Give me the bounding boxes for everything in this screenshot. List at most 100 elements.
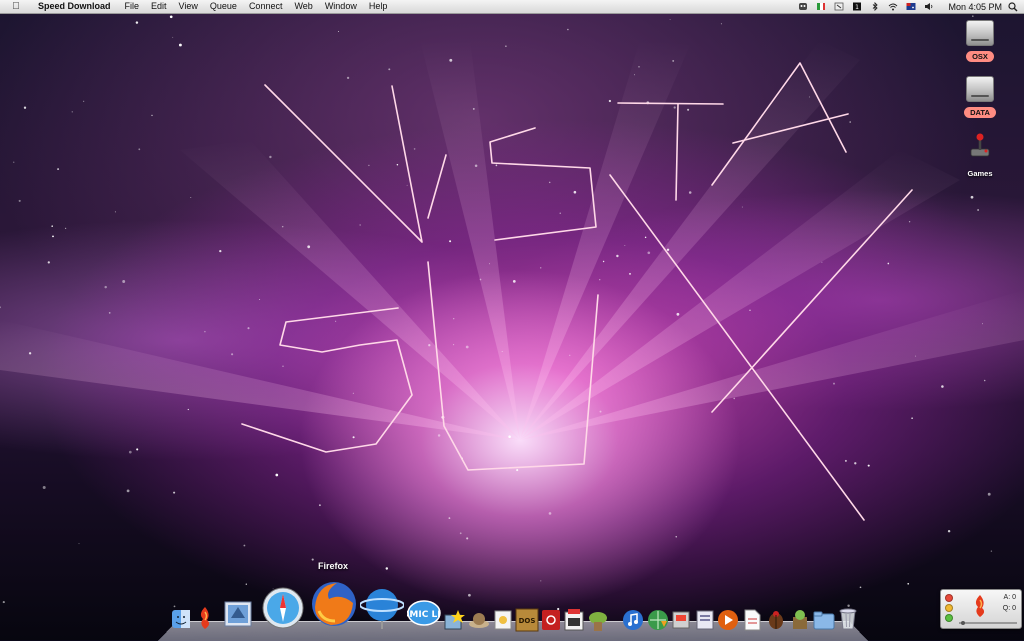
- menu-view[interactable]: View: [173, 0, 204, 13]
- dock-trash[interactable]: [836, 605, 860, 631]
- star: [854, 462, 856, 464]
- star: [600, 411, 602, 413]
- star: [453, 318, 454, 319]
- menu-clock[interactable]: Mon 4:05 PM: [938, 2, 1008, 12]
- apple-menu-icon[interactable]: : [10, 1, 22, 12]
- dock-utility[interactable]: [694, 607, 716, 633]
- dock-boxer[interactable]: [562, 607, 586, 633]
- star: [574, 191, 577, 194]
- robot-icon[interactable]: [798, 2, 808, 11]
- bluetooth-icon[interactable]: [870, 2, 880, 11]
- menu-file[interactable]: File: [119, 0, 146, 13]
- star: [179, 44, 182, 47]
- star: [397, 164, 398, 165]
- speed-slider[interactable]: [959, 621, 1017, 625]
- star: [275, 474, 278, 477]
- star: [51, 225, 53, 227]
- star: [887, 263, 889, 265]
- dock-speed-download[interactable]: [195, 605, 215, 631]
- dock-finder[interactable]: [170, 608, 192, 630]
- spotlight-search-icon[interactable]: [1008, 2, 1018, 12]
- star: [269, 156, 271, 158]
- star: [172, 37, 173, 38]
- star: [468, 594, 471, 597]
- active-downloads-count: A: 0: [1004, 594, 1016, 601]
- dock-system-tool[interactable]: [670, 607, 692, 633]
- star: [911, 417, 913, 419]
- dock-folder[interactable]: [812, 609, 836, 631]
- dock-dosbox[interactable]: DOS: [514, 607, 540, 633]
- star: [948, 530, 950, 532]
- dock-yoda-app[interactable]: [587, 607, 609, 633]
- star: [496, 165, 498, 167]
- script-icon[interactable]: [834, 2, 844, 11]
- star: [860, 586, 862, 588]
- dock-star-app[interactable]: [442, 608, 466, 632]
- menu-window[interactable]: Window: [319, 0, 363, 13]
- volume-icon[interactable]: [924, 2, 934, 11]
- dock-itunes[interactable]: [621, 607, 645, 633]
- star: [907, 583, 909, 585]
- yoda-app-icon: [588, 608, 608, 632]
- star: [466, 346, 469, 349]
- dock-extractor[interactable]: [788, 607, 812, 633]
- status-area: 1 Mon 4:05 PM: [794, 0, 1024, 13]
- hat-app-icon: [468, 611, 490, 629]
- star: [136, 21, 138, 23]
- red-app-icon: [541, 609, 561, 631]
- utility-icon: [695, 609, 715, 631]
- star: [115, 211, 116, 212]
- star: [549, 182, 551, 184]
- star: [259, 299, 260, 300]
- menu-web[interactable]: Web: [288, 0, 318, 13]
- star: [57, 168, 59, 170]
- star: [909, 221, 910, 222]
- star: [188, 409, 189, 410]
- menu-queue[interactable]: Queue: [204, 0, 243, 13]
- dock-red-app[interactable]: [540, 608, 562, 632]
- star: [734, 398, 735, 399]
- star: [151, 115, 152, 116]
- star: [516, 469, 518, 471]
- wifi-icon[interactable]: [888, 2, 898, 11]
- star: [624, 245, 625, 246]
- dock-firefox[interactable]: [306, 576, 362, 632]
- dock-globe-download[interactable]: [646, 607, 670, 633]
- aurora-rays: [0, 0, 1024, 640]
- star: [13, 162, 14, 163]
- star: [414, 148, 416, 150]
- star: [79, 543, 80, 544]
- desktop-icon-osx[interactable]: OSX: [957, 20, 1003, 64]
- dock-hat-app[interactable]: [467, 610, 491, 630]
- desktop-icon-data[interactable]: DATA: [957, 76, 1003, 120]
- media-player-icon: [717, 609, 739, 631]
- star: [460, 532, 462, 534]
- star: [845, 460, 847, 462]
- zoom-button[interactable]: [945, 614, 953, 622]
- dock-media-player[interactable]: [716, 607, 740, 633]
- close-button[interactable]: [945, 594, 953, 602]
- flag-icon[interactable]: [816, 2, 826, 11]
- speed-download-mini-window[interactable]: A: 0 Q: 0: [940, 589, 1022, 629]
- globe-download-icon: [647, 609, 669, 631]
- desktop-icon-games[interactable]: Games: [957, 132, 1003, 181]
- dock-comic-life[interactable]: COMIC LIFE: [406, 597, 442, 631]
- dock-mail[interactable]: [220, 597, 256, 631]
- star: [231, 353, 233, 355]
- star: [407, 185, 408, 186]
- dock-network-globe[interactable]: [358, 584, 406, 630]
- dosbox-label: DOS: [519, 617, 536, 625]
- menu-connect[interactable]: Connect: [243, 0, 289, 13]
- australia-flag-icon[interactable]: [906, 2, 916, 11]
- minimize-button[interactable]: [945, 604, 953, 612]
- star: [386, 567, 388, 569]
- menu-app-name[interactable]: Speed Download: [32, 0, 119, 13]
- dock-bug-app[interactable]: [764, 607, 788, 633]
- dock-preview[interactable]: [491, 608, 515, 632]
- menu-help[interactable]: Help: [363, 0, 394, 13]
- dock-safari[interactable]: [259, 585, 307, 631]
- dock-document[interactable]: [741, 607, 763, 633]
- menu-edit[interactable]: Edit: [145, 0, 173, 13]
- black-square-icon[interactable]: 1: [852, 2, 862, 11]
- star: [809, 96, 810, 97]
